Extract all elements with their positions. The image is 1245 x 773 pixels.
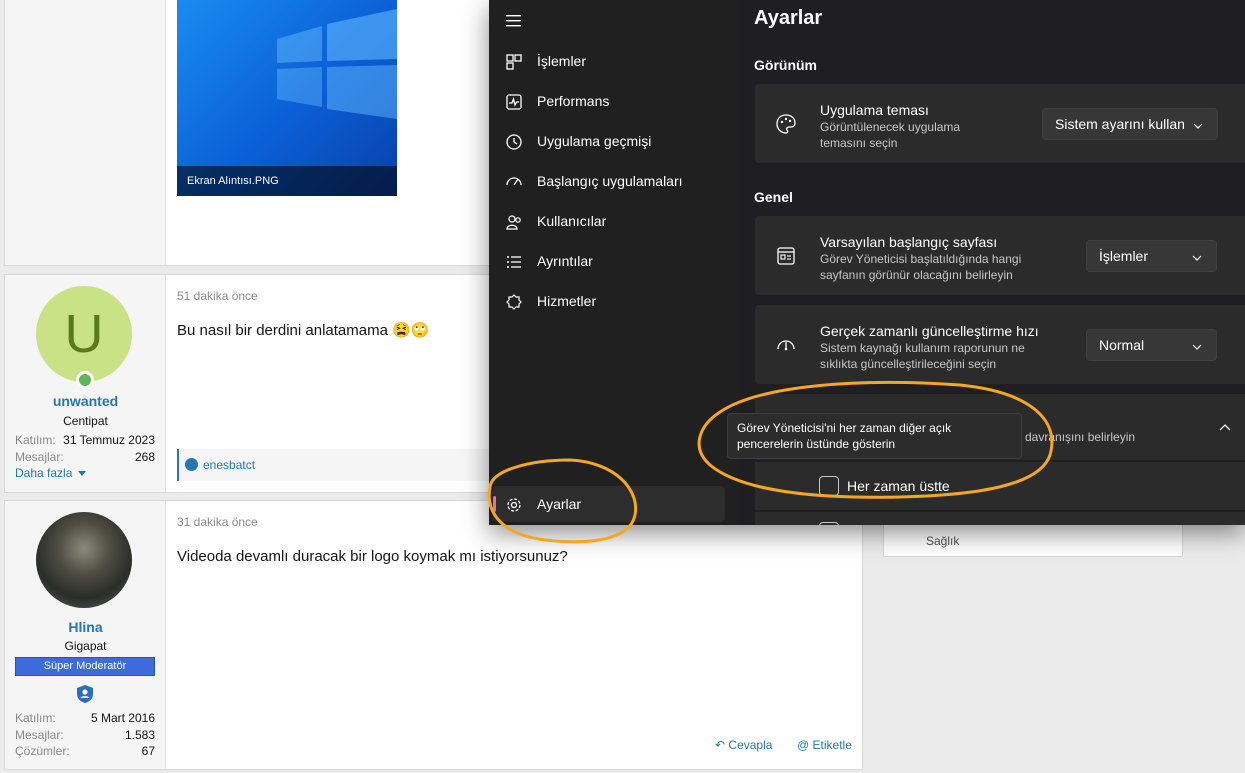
active-indicator (493, 496, 496, 512)
mention-button[interactable]: @ Etiketle (797, 738, 852, 752)
post-time[interactable]: 51 dakika önce (177, 289, 258, 303)
chevron-down-icon (1192, 255, 1202, 261)
nav-label: Hizmetler (537, 293, 597, 309)
refresh-rate-dropdown[interactable]: Normal (1086, 329, 1217, 361)
stat-joined: Katılım: 31 Temmuz 2023 (15, 433, 155, 447)
theme-title: Uygulama teması (820, 102, 929, 118)
stat-solutions: Çözümler: 67 (15, 744, 155, 758)
post-body: Videoda devamlı duracak bir logo koymak … (177, 548, 568, 565)
stat-joined: Katılım: 5 Mart 2016 (15, 711, 155, 725)
more-link[interactable]: Daha fazla (15, 466, 86, 480)
hamburger-menu-icon[interactable] (506, 14, 522, 28)
nav-label: Kullanıcılar (537, 213, 607, 229)
moderator-badge: Süper Moderatör (15, 657, 155, 676)
gear-icon (507, 498, 521, 512)
reaction-user[interactable]: enesbatct (203, 458, 255, 472)
side-panel-item[interactable]: Sağlık (926, 534, 959, 548)
nav-label: Ayarlar (537, 496, 582, 512)
settings-page: Ayarlar Görünüm Uygulama teması Görüntül… (727, 0, 1245, 525)
refresh-rate-description: Sistem kaynağı kullanım raporunun ne sık… (820, 341, 1025, 371)
online-indicator-icon (76, 371, 94, 389)
startpage-card: Varsayılan başlangıç sayfası Görev Yönet… (755, 216, 1245, 295)
reply-button[interactable]: ↶ Cevapla (715, 738, 772, 752)
attachment-caption: Ekran Alıntısı.PNG (187, 175, 279, 187)
task-manager-nav: İşlemler Performans Uygulama geçmişi Baş… (489, 0, 738, 525)
post-time[interactable]: 31 dakika önce (177, 515, 258, 529)
next-option-row (755, 512, 1245, 525)
window-page-icon (777, 247, 795, 265)
chevron-up-icon[interactable] (1219, 423, 1231, 431)
theme-card: Uygulama teması Görüntülenecek uygulama … (755, 84, 1245, 163)
caret-down-icon (77, 471, 86, 477)
like-icon (185, 458, 198, 471)
speedometer-icon (777, 340, 795, 351)
theme-dropdown[interactable]: Sistem ayarını kullan (1042, 108, 1218, 140)
nav-label: Performans (537, 93, 610, 109)
history-icon (506, 134, 522, 150)
nav-app-history[interactable]: Uygulama geçmişi (493, 123, 725, 159)
theme-description: Görüntülenecek uygulama temasını seçin (820, 120, 961, 150)
services-icon (506, 294, 522, 310)
startpage-title: Varsayılan başlangıç sayfası (820, 234, 998, 250)
user-column: Hlina Gigapat Süper Moderatör Katılım: 5 … (5, 501, 166, 769)
user-title: Gigapat (64, 639, 107, 653)
palette-icon (776, 114, 796, 134)
users-icon (506, 215, 521, 230)
section-general: Genel (754, 189, 793, 205)
always-on-top-label: Her zaman üstte (847, 478, 950, 494)
username[interactable]: unwanted (5, 393, 166, 409)
nav-performance[interactable]: Performans (493, 83, 725, 119)
stat-messages: Mesajlar: 268 (15, 450, 155, 464)
startpage-description: Görev Yöneticisi başlatıldığında hangi s… (820, 252, 1022, 282)
nav-processes[interactable]: İşlemler (493, 43, 725, 79)
forum-post-2: Hlina Gigapat Süper Moderatör Katılım: 5 … (4, 500, 863, 770)
user-title: Centipat (63, 414, 108, 428)
message-column: 31 dakika önce Videoda devamlı duracak b… (167, 501, 862, 769)
section-appearance: Görünüm (754, 57, 817, 73)
avatar[interactable]: U (36, 286, 132, 382)
reply-icon: ↶ (715, 738, 726, 752)
theme-dropdown-value: Sistem ayarını kullan (1055, 116, 1185, 132)
startpage-dropdown[interactable]: İşlemler (1086, 240, 1217, 272)
page-title: Ayarlar (754, 7, 823, 29)
avatar-letter: U (64, 304, 104, 364)
checkbox[interactable] (819, 522, 839, 525)
post-body: Bu nasıl bir derdini anlatamama 😫🙄 (177, 322, 430, 339)
user-column (5, 0, 166, 265)
nav-label: Ayrıntılar (537, 253, 593, 269)
nav-details[interactable]: Ayrıntılar (493, 243, 725, 279)
refresh-rate-dropdown-value: Normal (1099, 337, 1145, 353)
stat-messages: Mesajlar: 1.583 (15, 728, 155, 742)
nav-services[interactable]: Hizmetler (493, 283, 725, 319)
tooltip: Görev Yöneticisi'ni her zaman diğer açık… (727, 413, 1022, 459)
always-on-top-checkbox[interactable] (819, 476, 839, 496)
user-column: U unwanted Centipat Katılım: 31 Temmuz 20… (5, 275, 166, 492)
avatar[interactable] (36, 512, 132, 608)
nav-label: Uygulama geçmişi (537, 133, 652, 149)
shield-icon (77, 685, 93, 703)
reaction-bar: enesbatct (177, 449, 507, 481)
chevron-down-icon (1192, 344, 1202, 350)
refresh-rate-card: Gerçek zamanlı güncelleştirme hızı Siste… (755, 305, 1245, 384)
nav-settings[interactable]: Ayarlar (493, 486, 725, 522)
processes-icon (506, 54, 522, 70)
nav-label: Başlangıç uygulamaları (537, 173, 683, 189)
refresh-rate-title: Gerçek zamanlı güncelleştirme hızı (820, 323, 1039, 339)
startpage-dropdown-value: İşlemler (1099, 248, 1149, 264)
nav-startup-apps[interactable]: Başlangıç uygulamaları (493, 163, 725, 199)
startup-icon (506, 177, 522, 186)
chevron-down-icon (1193, 123, 1203, 129)
details-icon (507, 256, 521, 268)
nav-users[interactable]: Kullanıcılar (493, 203, 725, 239)
attachment-thumbnail[interactable]: Ekran Alıntısı.PNG (177, 0, 397, 196)
performance-icon (506, 94, 522, 110)
username[interactable]: Hlina (5, 619, 166, 635)
window-management-description: davranışını belirleyin (1025, 430, 1136, 444)
nav-label: İşlemler (537, 53, 587, 69)
always-on-top-row: Her zaman üstte (755, 462, 1245, 510)
task-manager-window: İşlemler Performans Uygulama geçmişi Baş… (489, 0, 1245, 525)
